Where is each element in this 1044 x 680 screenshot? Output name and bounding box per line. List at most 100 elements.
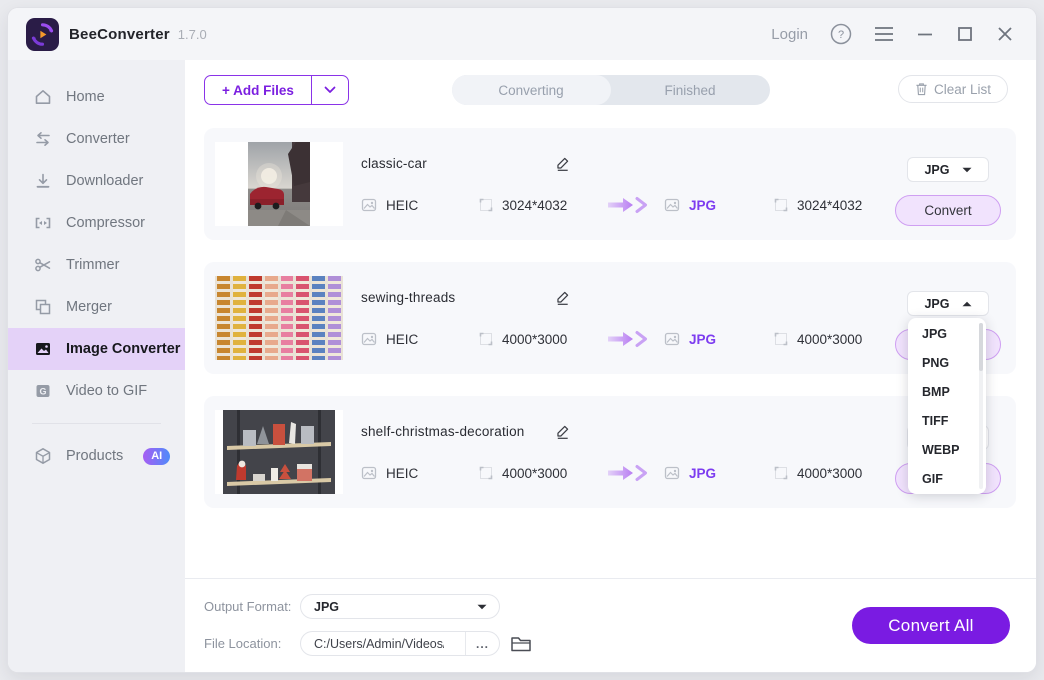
source-dimensions: 4000*3000 [502, 466, 567, 481]
ai-badge: AI [143, 448, 170, 465]
sidebar-item-label: Trimmer [66, 257, 119, 273]
thumbnail-sewing-threads [215, 276, 343, 360]
convert-all-button[interactable]: Convert All [852, 607, 1010, 644]
dimensions-icon [479, 466, 493, 480]
sidebar-item-video-to-gif[interactable]: G Video to GIF [8, 370, 185, 412]
cube-icon [34, 447, 52, 465]
dropdown-scrollbar[interactable] [979, 323, 983, 489]
dropdown-scrollbar-thumb[interactable] [979, 323, 983, 371]
source-dimensions: 4000*3000 [502, 332, 567, 347]
caret-down-icon [962, 167, 972, 173]
source-dimensions: 3024*4032 [502, 198, 567, 213]
format-option-webp[interactable]: WEBP [908, 435, 986, 464]
edit-name-icon[interactable] [554, 423, 571, 440]
convert-arrow-icon [606, 330, 664, 348]
format-option-bmp[interactable]: BMP [908, 377, 986, 406]
format-option-tiff[interactable]: TIFF [908, 406, 986, 435]
clear-list-button[interactable]: Clear List [898, 75, 1008, 103]
file-row: shelf-christmas-decoration HEIC [204, 396, 1016, 508]
output-format-select[interactable]: JPG [300, 594, 500, 619]
sidebar-item-downloader[interactable]: Downloader [8, 160, 185, 202]
file-name: classic-car [361, 156, 554, 171]
format-option-gif[interactable]: GIF [908, 464, 986, 493]
output-format-value: JPG [314, 600, 339, 614]
toolbar: + Add Files Converting Finished Clear Li… [185, 60, 1036, 105]
dimensions-icon [774, 466, 788, 480]
sidebar-item-label: Home [66, 89, 105, 105]
minimize-icon[interactable] [916, 25, 934, 43]
format-select-value: JPG [924, 297, 949, 311]
thumbnail-shelf-christmas-decoration [215, 410, 343, 494]
add-files-button[interactable]: + Add Files [205, 76, 311, 104]
edit-name-icon[interactable] [554, 155, 571, 172]
tab-finished[interactable]: Finished [611, 75, 770, 105]
format-dropdown-menu: JPG PNG BMP TIFF WEBP GIF [908, 318, 986, 494]
sidebar-item-image-converter[interactable]: Image Converter [8, 328, 185, 370]
sidebar-item-trimmer[interactable]: Trimmer [8, 244, 185, 286]
file-location-input[interactable]: C:/Users/Admin/Videos/ ... [300, 631, 500, 656]
target-format: JPG [689, 332, 716, 347]
source-format: HEIC [386, 332, 418, 347]
app-window: BeeConverter 1.7.0 Login ? [8, 8, 1036, 672]
target-format: JPG [689, 466, 716, 481]
gif-icon: G [34, 382, 52, 400]
sidebar-item-merger[interactable]: Merger [8, 286, 185, 328]
format-select[interactable]: JPG [907, 157, 989, 182]
svg-text:G: G [39, 387, 46, 397]
target-format: JPG [689, 198, 716, 213]
open-folder-icon[interactable] [510, 635, 532, 653]
app-logo-icon [26, 18, 59, 51]
sidebar-item-converter[interactable]: Converter [8, 118, 185, 160]
swap-arrows-icon [34, 130, 52, 148]
thumbnail-classic-car [215, 142, 343, 226]
source-format: HEIC [386, 466, 418, 481]
sidebar-item-label: Merger [66, 299, 112, 315]
sidebar-item-compressor[interactable]: Compressor [8, 202, 185, 244]
status-tabs: Converting Finished [452, 75, 770, 105]
app-title: BeeConverter [69, 26, 170, 43]
image-file-icon [361, 197, 377, 213]
caret-down-icon [477, 604, 487, 610]
convert-arrow-icon [606, 464, 664, 482]
footer: Output Format: JPG File Location: C:/Use… [185, 578, 1036, 672]
browse-button[interactable]: ... [465, 632, 499, 655]
sidebar-item-label: Downloader [66, 173, 143, 189]
file-row: sewing-threads HEIC [204, 262, 1016, 374]
maximize-icon[interactable] [956, 25, 974, 43]
format-select-value: JPG [924, 163, 949, 177]
add-files-dropdown-button[interactable] [311, 76, 348, 104]
convert-arrow-icon [606, 196, 664, 214]
scissors-icon [34, 256, 52, 274]
target-dimensions: 4000*3000 [797, 466, 862, 481]
sidebar: Home Converter Downloader Compressor Tri… [8, 60, 185, 672]
sidebar-item-label: Video to GIF [66, 383, 147, 399]
app-version: 1.7.0 [178, 27, 207, 42]
convert-button[interactable]: Convert [895, 195, 1001, 226]
login-button[interactable]: Login [771, 26, 808, 43]
format-select-open[interactable]: JPG [907, 291, 989, 316]
add-files-button-group: + Add Files [204, 75, 349, 105]
file-name: sewing-threads [361, 290, 554, 305]
file-location-label: File Location: [204, 636, 300, 651]
caret-up-icon [962, 301, 972, 307]
format-option-jpg[interactable]: JPG [908, 319, 986, 348]
dimensions-icon [479, 332, 493, 346]
sidebar-item-label: Products [66, 448, 123, 464]
format-option-png[interactable]: PNG [908, 348, 986, 377]
sidebar-item-products[interactable]: Products AI [8, 435, 185, 477]
image-file-icon [664, 465, 680, 481]
menu-icon[interactable] [874, 26, 894, 42]
sidebar-item-home[interactable]: Home [8, 76, 185, 118]
close-icon[interactable] [996, 25, 1014, 43]
file-name: shelf-christmas-decoration [361, 424, 554, 439]
merge-icon [34, 298, 52, 316]
trash-icon [915, 82, 928, 96]
help-icon[interactable]: ? [830, 23, 852, 45]
edit-name-icon[interactable] [554, 289, 571, 306]
image-file-icon [664, 331, 680, 347]
tab-converting[interactable]: Converting [452, 75, 611, 105]
image-icon [34, 340, 52, 358]
sidebar-item-label: Converter [66, 131, 130, 147]
output-format-label: Output Format: [204, 599, 300, 614]
target-dimensions: 3024*4032 [797, 198, 862, 213]
